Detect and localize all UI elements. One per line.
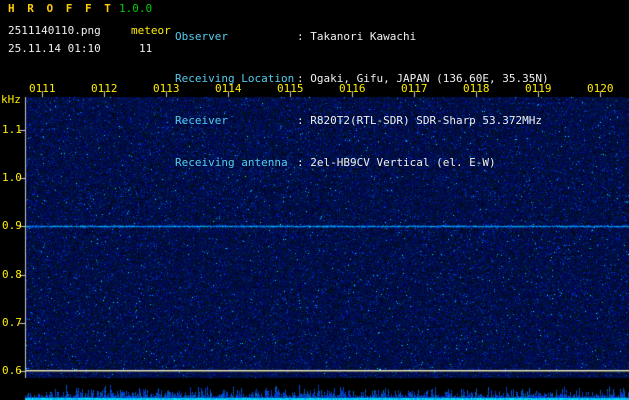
- observation-timestamp: 25.11.14 01:10: [8, 42, 101, 55]
- info-label: Observer: [175, 30, 228, 43]
- info-label: Receiving antenna: [175, 156, 288, 169]
- info-row-antenna: Receiving antenna : 2el-HB9CV Vertical (e…: [175, 156, 549, 170]
- station-info: Observer: Takanori Kawachi Receiving Loc…: [175, 2, 549, 198]
- info-row-receiver: Receiver : R820T2(RTL-SDR) SDR-Sharp 53.3…: [175, 114, 549, 128]
- x-tick-label: 0119: [525, 82, 552, 95]
- x-tick-label: 0115: [277, 82, 304, 95]
- x-tick-label: 0116: [339, 82, 366, 95]
- x-tick-label: 0112: [91, 82, 118, 95]
- y-tick-label: 0.8: [2, 268, 22, 281]
- y-axis-unit: kHz: [1, 93, 21, 106]
- output-filename: 2511140110.png: [8, 24, 101, 37]
- app-title: H R O F F T: [8, 2, 114, 15]
- hrofft-output: H R O F F T 1.0.0 2511140110.png meteor …: [0, 0, 629, 400]
- x-tick-label: 0113: [153, 82, 180, 95]
- info-value: : Takanori Kawachi: [297, 30, 417, 43]
- x-tick-label: 0118: [463, 82, 490, 95]
- x-tick-label: 0120: [587, 82, 614, 95]
- info-value: : R820T2(RTL-SDR) SDR-Sharp 53.372MHz: [297, 114, 543, 127]
- y-tick-label: 0.9: [2, 219, 22, 232]
- info-value: : 2el-HB9CV Vertical (el. E-W): [297, 156, 496, 169]
- x-tick-label: 0117: [401, 82, 428, 95]
- y-tick-label: 0.6: [2, 364, 22, 377]
- x-tick-label: 0114: [215, 82, 242, 95]
- info-label: Receiver: [175, 114, 228, 127]
- echo-count: 11: [139, 42, 153, 55]
- info-row-observer: Observer : Takanori Kawachi: [175, 30, 549, 44]
- x-tick-label: 0111: [29, 82, 56, 95]
- mode-label: meteor: [131, 24, 171, 37]
- y-tick-label: 0.7: [2, 316, 22, 329]
- app-version: 1.0.0: [119, 2, 153, 15]
- y-tick-label: 1.1: [2, 123, 22, 136]
- y-tick-label: 1.0: [2, 171, 22, 184]
